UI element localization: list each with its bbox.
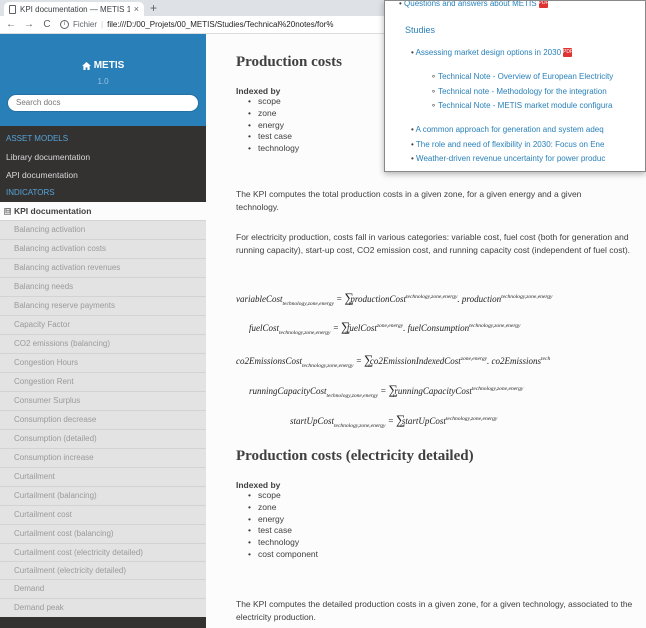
sidebar-item-kpi[interactable]: Balancing needs <box>0 277 206 296</box>
sidebar-item-kpi[interactable]: Consumption decrease <box>0 410 206 429</box>
equation-variable-cost: variableCosttechnology,zone,energy = ∑tp… <box>236 290 553 307</box>
index-item: zone <box>236 108 299 120</box>
equation-fuel-cost: fuelCosttechnology,zone,energy = ∑tfuelC… <box>249 319 521 336</box>
popup-link-tn3[interactable]: ∘ Technical Note - METIS market module c… <box>431 101 612 110</box>
index-list-2: scopezoneenergytest casetechnologycost c… <box>236 490 318 561</box>
index-item: energy <box>236 514 318 526</box>
back-button[interactable]: ← <box>6 19 16 30</box>
caption-indicators: INDICATORS <box>6 188 55 197</box>
sidebar-current-label: KPI documentation <box>14 206 92 216</box>
sidebar-item-kpi[interactable]: Curtailment (electricity detailed) <box>0 561 206 579</box>
indexed-by-label-2: Indexed by <box>236 480 281 490</box>
indexed-block-2: Indexed by scopezoneenergytest casetechn… <box>236 480 318 561</box>
index-item: test case <box>236 525 318 537</box>
sidebar-header: METIS 1.0 Search docs <box>0 34 206 126</box>
new-tab-button[interactable]: + <box>150 1 157 15</box>
sidebar-item-kpi[interactable]: Balancing activation costs <box>0 239 206 258</box>
sidebar-item-kpi[interactable]: Demand <box>0 579 206 598</box>
index-item: technology <box>236 537 318 549</box>
indexed-by-label: Indexed by <box>236 86 281 96</box>
index-item: cost component <box>236 549 318 561</box>
index-list-1: scopezoneenergytest casetechnology <box>236 96 299 155</box>
info-icon[interactable]: i <box>60 20 69 29</box>
project-version: 1.0 <box>97 77 109 86</box>
sidebar-item-kpi[interactable]: Demand peak <box>0 598 206 617</box>
sidebar-item-kpi[interactable]: Congestion Hours <box>0 353 206 372</box>
pdf-icon: PDF <box>563 48 574 58</box>
sidebar-item-kpi[interactable]: Congestion Rent <box>0 372 206 391</box>
browser-tab[interactable]: KPI documentation — METIS 1.0 × <box>4 2 144 16</box>
sidebar-item-kpi[interactable]: Balancing activation revenues <box>0 258 206 277</box>
tab-close-icon[interactable]: × <box>134 4 139 14</box>
sidebar-item-kpi[interactable]: Curtailment cost (electricity detailed) <box>0 543 206 561</box>
overlay-window: • Questions and answers about METIS PDF S… <box>384 0 646 172</box>
popup-link-role[interactable]: • The role and need of flexibility in 20… <box>411 140 604 149</box>
index-item: test case <box>236 131 299 143</box>
sidebar-item-kpi[interactable]: Consumer Surplus <box>0 391 206 410</box>
forward-button[interactable]: → <box>24 19 34 30</box>
url-field[interactable]: i Fichier | file:///D:/00_Projets/00_MET… <box>60 20 333 29</box>
caption-asset-models: ASSET MODELS <box>6 134 69 143</box>
equation-startup-cost: startUpCosttechnology,zone,energy = ∑tst… <box>290 412 498 429</box>
popup-link-common[interactable]: • A common approach for generation and s… <box>411 125 604 134</box>
sidebar-item-kpi[interactable]: CO2 emissions (balancing) <box>0 334 206 353</box>
index-item: scope <box>236 490 318 502</box>
sidebar-item-kpi[interactable]: Curtailment cost <box>0 505 206 524</box>
paragraph-cost-categories: For electricity production, costs fall i… <box>236 232 631 255</box>
sidebar-item-kpi[interactable]: Consumption (detailed) <box>0 429 206 448</box>
popup-link-qa[interactable]: • Questions and answers about METIS PDF <box>399 0 549 9</box>
popup-link-tn1[interactable]: ∘ Technical Note - Overview of European … <box>431 72 613 81</box>
url-scheme: Fichier <box>73 20 98 29</box>
index-item: energy <box>236 120 299 132</box>
sidebar-item-kpi[interactable]: Capacity Factor <box>0 315 206 334</box>
sidebar-item-kpi[interactable]: Curtailment <box>0 467 206 486</box>
index-item: zone <box>236 502 318 514</box>
collapse-icon[interactable]: ⊟ <box>4 207 11 215</box>
section-heading-production-costs: Production costs <box>236 54 342 70</box>
section-heading-electricity-detailed: Production costs (electricity detailed) <box>236 448 474 464</box>
popup-link-weather[interactable]: • Weather-driven revenue uncertainty for… <box>411 154 605 163</box>
reload-button[interactable]: C <box>42 19 52 30</box>
pdf-icon: PDF <box>538 0 549 9</box>
paragraph-detailed-costs: The KPI computes the detailed production… <box>236 599 633 622</box>
popup-link-tn2[interactable]: ∘ Technical note - Methodology for the i… <box>431 87 607 96</box>
sidebar-link-library[interactable]: Library documentation <box>0 148 206 166</box>
docs-sidebar: METIS 1.0 Search docs ASSET MODELS Libra… <box>0 34 206 628</box>
sidebar-item-kpi[interactable]: Balancing reserve payments <box>0 296 206 315</box>
equation-running-capacity-cost: runningCapacityCosttechnology,zone,energ… <box>249 382 524 399</box>
equation-co2-emissions-cost: co2EmissionsCosttechnology,zone,energy =… <box>236 352 551 369</box>
sidebar-item-kpi[interactable]: Balancing activation <box>0 220 206 239</box>
url-text: file:///D:/00_Projets/00_METIS/Studies/T… <box>107 20 334 29</box>
sidebar-item-kpi[interactable]: Curtailment (balancing) <box>0 486 206 505</box>
popup-heading-studies: Studies <box>405 25 436 35</box>
index-item: scope <box>236 96 299 108</box>
paragraph-total-costs: The KPI computes the total production co… <box>236 189 582 212</box>
sidebar-item-kpi[interactable]: Curtailment cost (balancing) <box>0 524 206 543</box>
project-logo[interactable]: METIS <box>0 60 206 71</box>
indexed-block-1: Indexed by scopezoneenergytest casetechn… <box>236 86 299 155</box>
document-icon <box>9 4 16 14</box>
index-item: technology <box>236 143 299 155</box>
sidebar-link-api[interactable]: API documentation <box>0 166 206 184</box>
popup-link-assessing[interactable]: • Assessing market design options in 203… <box>411 48 574 58</box>
kpi-sub-list: Balancing activation Balancing activation… <box>0 220 206 617</box>
home-icon <box>81 61 91 70</box>
tab-title: KPI documentation — METIS 1.0 <box>20 4 130 14</box>
url-separator: | <box>101 20 104 29</box>
project-title: METIS <box>93 60 125 71</box>
sidebar-item-kpi-documentation[interactable]: ⊟ KPI documentation <box>0 202 206 220</box>
sidebar-item-kpi[interactable]: Consumption increase <box>0 448 206 467</box>
search-input[interactable]: Search docs <box>7 94 199 112</box>
